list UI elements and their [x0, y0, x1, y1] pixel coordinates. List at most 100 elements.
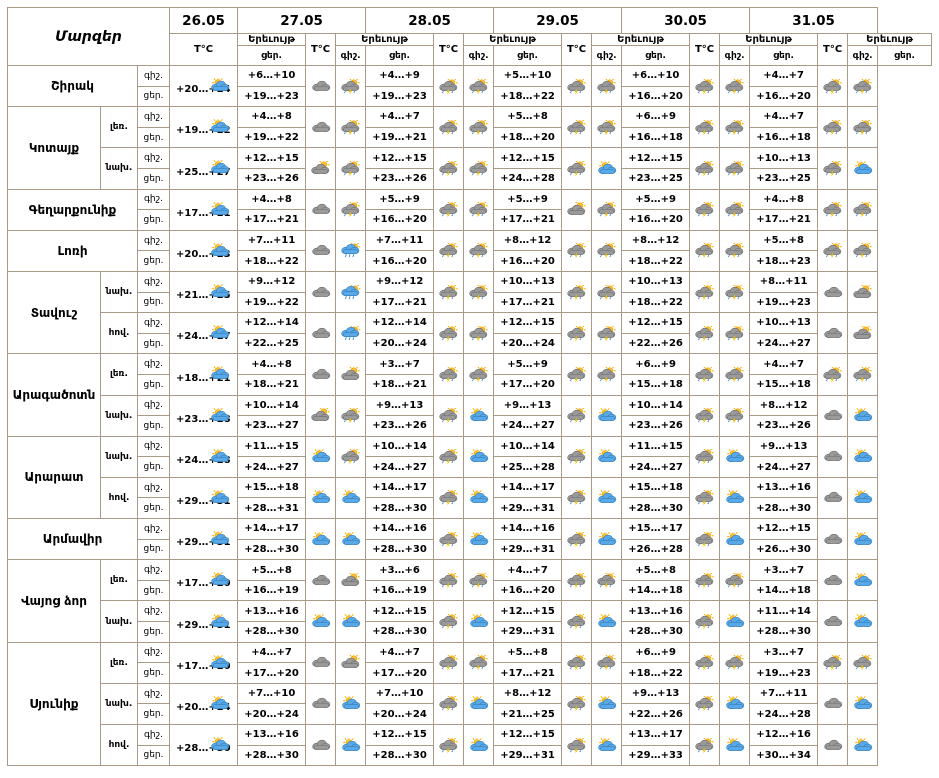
cloudy-icon	[823, 409, 842, 421]
temperature: +11…+14	[749, 600, 819, 623]
temperature-first-day: +29…+31	[169, 600, 239, 643]
thunderstorm-icon	[468, 655, 488, 671]
weather-icon-cell	[463, 270, 495, 314]
thunderstorm-icon	[438, 737, 458, 753]
weather-icon-cell	[591, 600, 623, 643]
partly-cloudy-icon	[725, 696, 744, 710]
night-subheader: գիշ.	[463, 45, 495, 66]
temperature: +24…+27	[365, 456, 435, 478]
temperature: +9…+13	[493, 394, 563, 417]
weather-icon-cell	[817, 600, 849, 643]
weather-icon-cell	[463, 353, 495, 396]
time-of-day: ցեր.	[136, 415, 171, 437]
temperature: +13…+16	[621, 600, 691, 623]
thunderstorm-icon	[566, 737, 586, 753]
weather-icon-cell	[719, 188, 751, 231]
weather-icon-cell	[561, 641, 593, 684]
weather-icon-cell	[847, 682, 879, 726]
thunderstorm-icon	[566, 284, 586, 300]
thunderstorm-icon	[438, 572, 458, 588]
weather-icon-cell	[847, 641, 879, 684]
temp-header: T°C	[305, 33, 337, 66]
temperature-first-day: +19…+22	[169, 106, 239, 149]
thunderstorm-icon	[724, 408, 744, 423]
temperature: +6…+9	[621, 353, 691, 375]
weather-icon-cell	[561, 188, 593, 231]
temperature: +14…+16	[365, 518, 435, 540]
date-header: 28.05	[365, 7, 495, 34]
weather-icon-cell	[335, 435, 367, 478]
time-of-day: ցեր.	[136, 497, 171, 520]
temperature: +19…+21	[365, 126, 435, 149]
partly-cloudy-icon	[725, 449, 744, 463]
temperature: +17…+20	[365, 662, 435, 684]
partly-cloudy-icon	[853, 408, 872, 422]
day-subheader: ցեր.	[621, 45, 691, 66]
weather-icon-cell	[335, 682, 367, 726]
thunderstorm-icon	[566, 572, 586, 588]
thunderstorm-icon	[596, 119, 616, 135]
thunderstorm-icon	[852, 119, 872, 135]
weather-icon-cell	[335, 188, 367, 231]
temperature: +6…+10	[621, 65, 691, 87]
temperature: +8…+12	[749, 394, 819, 417]
thunderstorm-icon	[822, 78, 842, 94]
weather-icon-cell	[719, 723, 751, 767]
zone-label: լեռ.	[100, 641, 138, 684]
temperature: +12…+15	[365, 724, 435, 746]
temperature: +24…+27	[493, 415, 563, 437]
thunderstorm-icon	[724, 366, 744, 382]
weather-icon-cell	[689, 559, 721, 602]
temperature-first-day: +20…+23	[169, 229, 239, 272]
temperature: +14…+17	[365, 476, 435, 499]
cloud-sun-icon	[852, 284, 872, 298]
weather-icon-cell	[561, 600, 593, 643]
temperature: +29…+31	[493, 497, 563, 520]
temperature: +19…+23	[237, 85, 307, 108]
partly-cloudy-icon	[469, 408, 488, 422]
partly-cloudy-icon	[853, 160, 872, 174]
weather-icon-cell	[591, 394, 623, 437]
temperature: +19…+23	[365, 85, 435, 108]
thunderstorm-icon	[438, 655, 458, 671]
weather-icon-cell	[591, 147, 623, 190]
temperature: +28…+30	[237, 621, 307, 643]
weather-icon-cell	[847, 106, 879, 149]
cloudy-icon	[311, 121, 330, 132]
temperature: +9…+12	[365, 270, 435, 293]
cloudy-icon	[823, 533, 842, 544]
zone-label: լեռ.	[100, 106, 138, 149]
table-row: Տավուշ նախ. գիշ. +21…+25 +9…+12 +9…+12 +10…	[7, 270, 932, 355]
partly-cloudy-icon	[311, 449, 330, 463]
time-of-day: գիշ.	[136, 476, 171, 499]
temperature: +16…+20	[749, 85, 819, 108]
cloudy-icon	[311, 657, 330, 668]
thunderstorm-icon	[438, 202, 458, 217]
weather-icon-cell	[335, 559, 367, 602]
temperature: +4…+7	[493, 559, 563, 581]
partly-cloudy-icon	[725, 614, 744, 628]
temperature-first-day: +18…+21	[169, 353, 239, 396]
temperature: +7…+11	[237, 229, 307, 252]
temperature: +24…+27	[749, 456, 819, 478]
thunderstorm-icon	[438, 449, 458, 465]
temperature: +7…+10	[237, 682, 307, 705]
partly-cloudy-icon	[853, 490, 872, 504]
thunderstorm-icon	[724, 119, 744, 135]
thunderstorm-icon	[468, 572, 488, 588]
temperature-first-day: +24…+28	[169, 435, 239, 478]
thunderstorm-icon	[566, 408, 586, 423]
partly-cloudy-icon	[211, 284, 230, 298]
partly-cloudy-icon	[311, 490, 330, 504]
temperature: +10…+13	[493, 270, 563, 293]
temperature: +16…+20	[365, 250, 435, 272]
temperature-first-day: +24…+27	[169, 312, 239, 355]
temperature: +23…+26	[365, 415, 435, 437]
temperature: +12…+15	[237, 147, 307, 169]
thunderstorm-icon	[468, 366, 488, 382]
temperature: +5…+10	[493, 65, 563, 87]
weather-icon-cell	[561, 559, 593, 602]
temperature: +18…+21	[365, 373, 435, 396]
thunderstorm-icon	[340, 202, 360, 217]
time-of-day: գիշ.	[136, 724, 171, 746]
